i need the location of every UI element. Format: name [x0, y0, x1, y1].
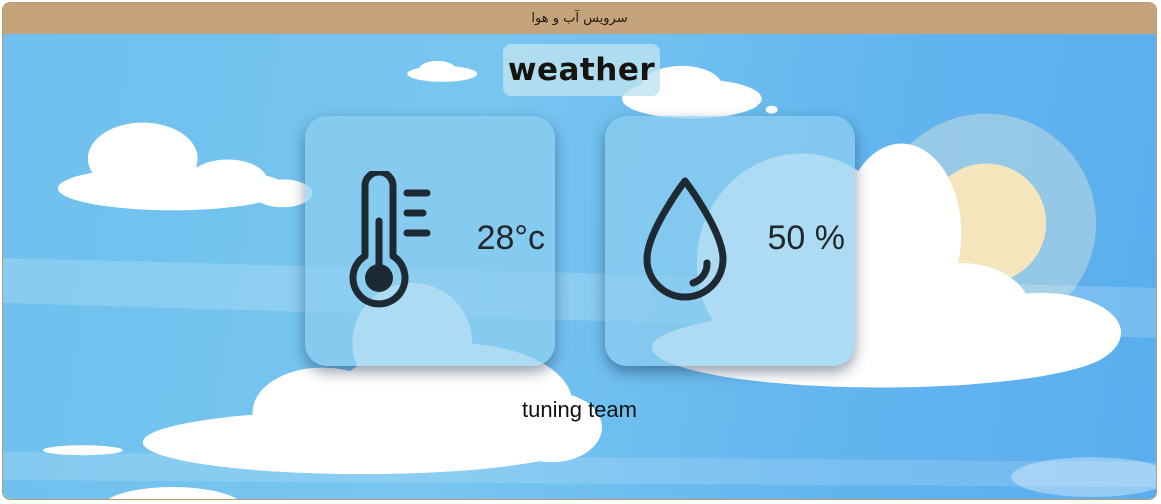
window-titlebar[interactable]: سرویس آب و هوا — [3, 3, 1156, 34]
cloud-tiny-left — [42, 445, 123, 456]
background-scene — [3, 60, 1156, 499]
humidity-card: 50 % — [605, 116, 855, 366]
humidity-value: 50 % — [767, 219, 846, 257]
app-window: سرویس آب و هوا weather 28°c 50 % tuning … — [2, 2, 1157, 500]
cloud-left — [57, 122, 313, 211]
cloud-small-top — [407, 60, 478, 82]
window-title: سرویس آب و هوا — [531, 11, 628, 26]
water-drop-icon — [643, 177, 727, 301]
sky-background: weather 28°c 50 % tuning team — [3, 34, 1156, 499]
temperature-card: 28°c — [305, 116, 555, 366]
app-heading: weather — [503, 44, 660, 96]
footer-credit: tuning team — [522, 397, 637, 422]
temperature-value: 28°c — [476, 219, 545, 257]
cloud-bottom-left — [108, 487, 237, 499]
thermometer-icon — [349, 171, 431, 308]
